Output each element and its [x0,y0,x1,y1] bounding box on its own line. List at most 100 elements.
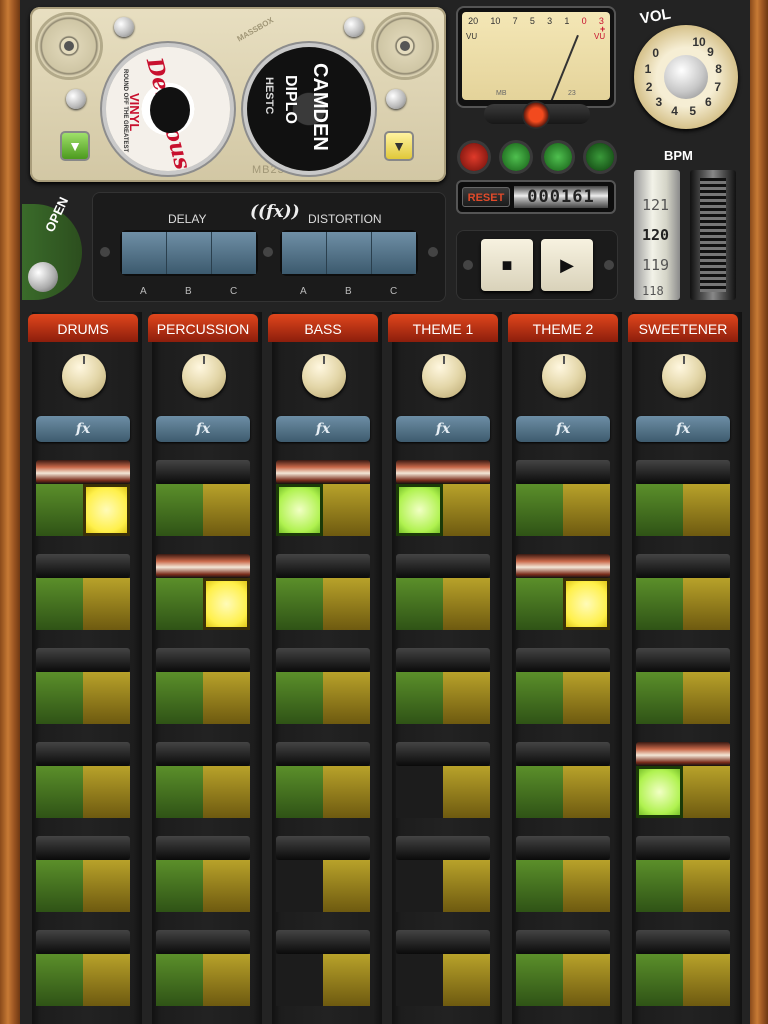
loop-pad[interactable] [636,742,730,822]
loop-pad[interactable] [156,930,250,1010]
delay-c-button[interactable] [212,232,256,274]
loop-pad-b[interactable] [203,860,250,912]
loop-pad-b[interactable] [443,484,490,536]
loop-pad-a[interactable] [36,484,83,536]
channel-volume-knob[interactable] [182,354,226,398]
loop-pad-b[interactable] [443,766,490,818]
loop-pad-a[interactable] [396,672,443,724]
vu-knob[interactable] [522,101,550,129]
loop-pad[interactable] [396,836,490,916]
channel-fx-button[interactable]: fx [36,416,130,442]
loop-pad-b[interactable] [323,484,370,536]
loop-pad-b[interactable] [683,860,730,912]
loop-pad-a[interactable] [516,578,563,630]
loop-pad[interactable] [516,836,610,916]
loop-pad-b[interactable] [83,484,130,536]
loop-pad-a[interactable] [276,766,323,818]
channel-fx-button[interactable]: fx [156,416,250,442]
channel-fx-button[interactable]: fx [516,416,610,442]
loop-pad-a[interactable] [156,766,203,818]
loop-pad[interactable] [276,836,370,916]
loop-pad[interactable] [396,554,490,634]
loop-pad-b[interactable] [683,672,730,724]
loop-pad[interactable] [636,648,730,728]
loop-pad[interactable] [156,648,250,728]
channel-volume-knob[interactable] [542,354,586,398]
loop-pad-b[interactable] [323,954,370,1006]
loop-pad[interactable] [636,930,730,1010]
loop-pad-b[interactable] [83,578,130,630]
loop-pad[interactable] [36,742,130,822]
loop-pad[interactable] [36,460,130,540]
loop-pad-a[interactable] [276,954,323,1006]
loop-pad-a[interactable] [516,954,563,1006]
loop-pad-b[interactable] [203,484,250,536]
loop-pad-b[interactable] [683,954,730,1006]
loop-pad-b[interactable] [443,954,490,1006]
loop-pad-a[interactable] [636,860,683,912]
loop-pad-b[interactable] [323,766,370,818]
stop-button[interactable]: ■ [481,239,533,291]
loop-pad-b[interactable] [203,954,250,1006]
play-button[interactable]: ▶ [541,239,593,291]
open-knob[interactable] [28,262,58,292]
loop-pad-a[interactable] [36,578,83,630]
loop-pad-a[interactable] [156,860,203,912]
loop-pad-b[interactable] [203,766,250,818]
loop-pad-b[interactable] [683,578,730,630]
loop-pad[interactable] [636,554,730,634]
loop-pad-b[interactable] [563,672,610,724]
loop-pad[interactable] [636,836,730,916]
loop-pad-a[interactable] [396,484,443,536]
loop-pad-a[interactable] [36,672,83,724]
loop-pad-a[interactable] [156,672,203,724]
loop-pad-a[interactable] [396,766,443,818]
loop-pad-b[interactable] [563,860,610,912]
loop-pad[interactable] [276,742,370,822]
record-a[interactable]: Delicious VINYL ROUND OFF THE GREATEST [106,47,230,171]
delay-b-button[interactable] [167,232,212,274]
loop-pad-a[interactable] [396,954,443,1006]
loop-pad[interactable] [516,930,610,1010]
loop-pad-a[interactable] [636,672,683,724]
channel-fx-button[interactable]: fx [636,416,730,442]
loop-pad[interactable] [156,836,250,916]
loop-pad[interactable] [276,554,370,634]
loop-pad-a[interactable] [516,860,563,912]
loop-pad[interactable] [156,460,250,540]
loop-pad[interactable] [396,460,490,540]
distortion-c-button[interactable] [372,232,416,274]
loop-pad-a[interactable] [36,766,83,818]
channel-volume-knob[interactable] [662,354,706,398]
loop-pad[interactable] [156,742,250,822]
loop-pad[interactable] [396,930,490,1010]
distortion-a-button[interactable] [282,232,327,274]
loop-pad-b[interactable] [563,484,610,536]
loop-pad[interactable] [396,648,490,728]
loop-pad-a[interactable] [156,578,203,630]
loop-pad-a[interactable] [636,766,683,818]
loop-pad-b[interactable] [83,860,130,912]
loop-pad-a[interactable] [396,860,443,912]
loop-pad[interactable] [396,742,490,822]
loop-pad-b[interactable] [563,766,610,818]
loop-pad-b[interactable] [323,672,370,724]
loop-pad[interactable] [276,648,370,728]
loop-pad-a[interactable] [516,484,563,536]
loop-pad-b[interactable] [83,672,130,724]
loop-pad[interactable] [516,554,610,634]
channel-volume-knob[interactable] [422,354,466,398]
channel-fx-button[interactable]: fx [396,416,490,442]
record-b[interactable]: CAMDEN DIPLO HESTC [247,47,371,171]
loop-pad[interactable] [276,930,370,1010]
loop-pad-b[interactable] [203,672,250,724]
loop-pad-a[interactable] [276,578,323,630]
loop-pad-a[interactable] [636,484,683,536]
loop-pad-b[interactable] [443,672,490,724]
loop-pad-b[interactable] [683,766,730,818]
loop-pad-a[interactable] [36,860,83,912]
loop-pad-b[interactable] [443,860,490,912]
deck-b-dropdown-button[interactable]: ▼ [384,131,414,161]
loop-pad-a[interactable] [636,578,683,630]
loop-pad[interactable] [36,930,130,1010]
